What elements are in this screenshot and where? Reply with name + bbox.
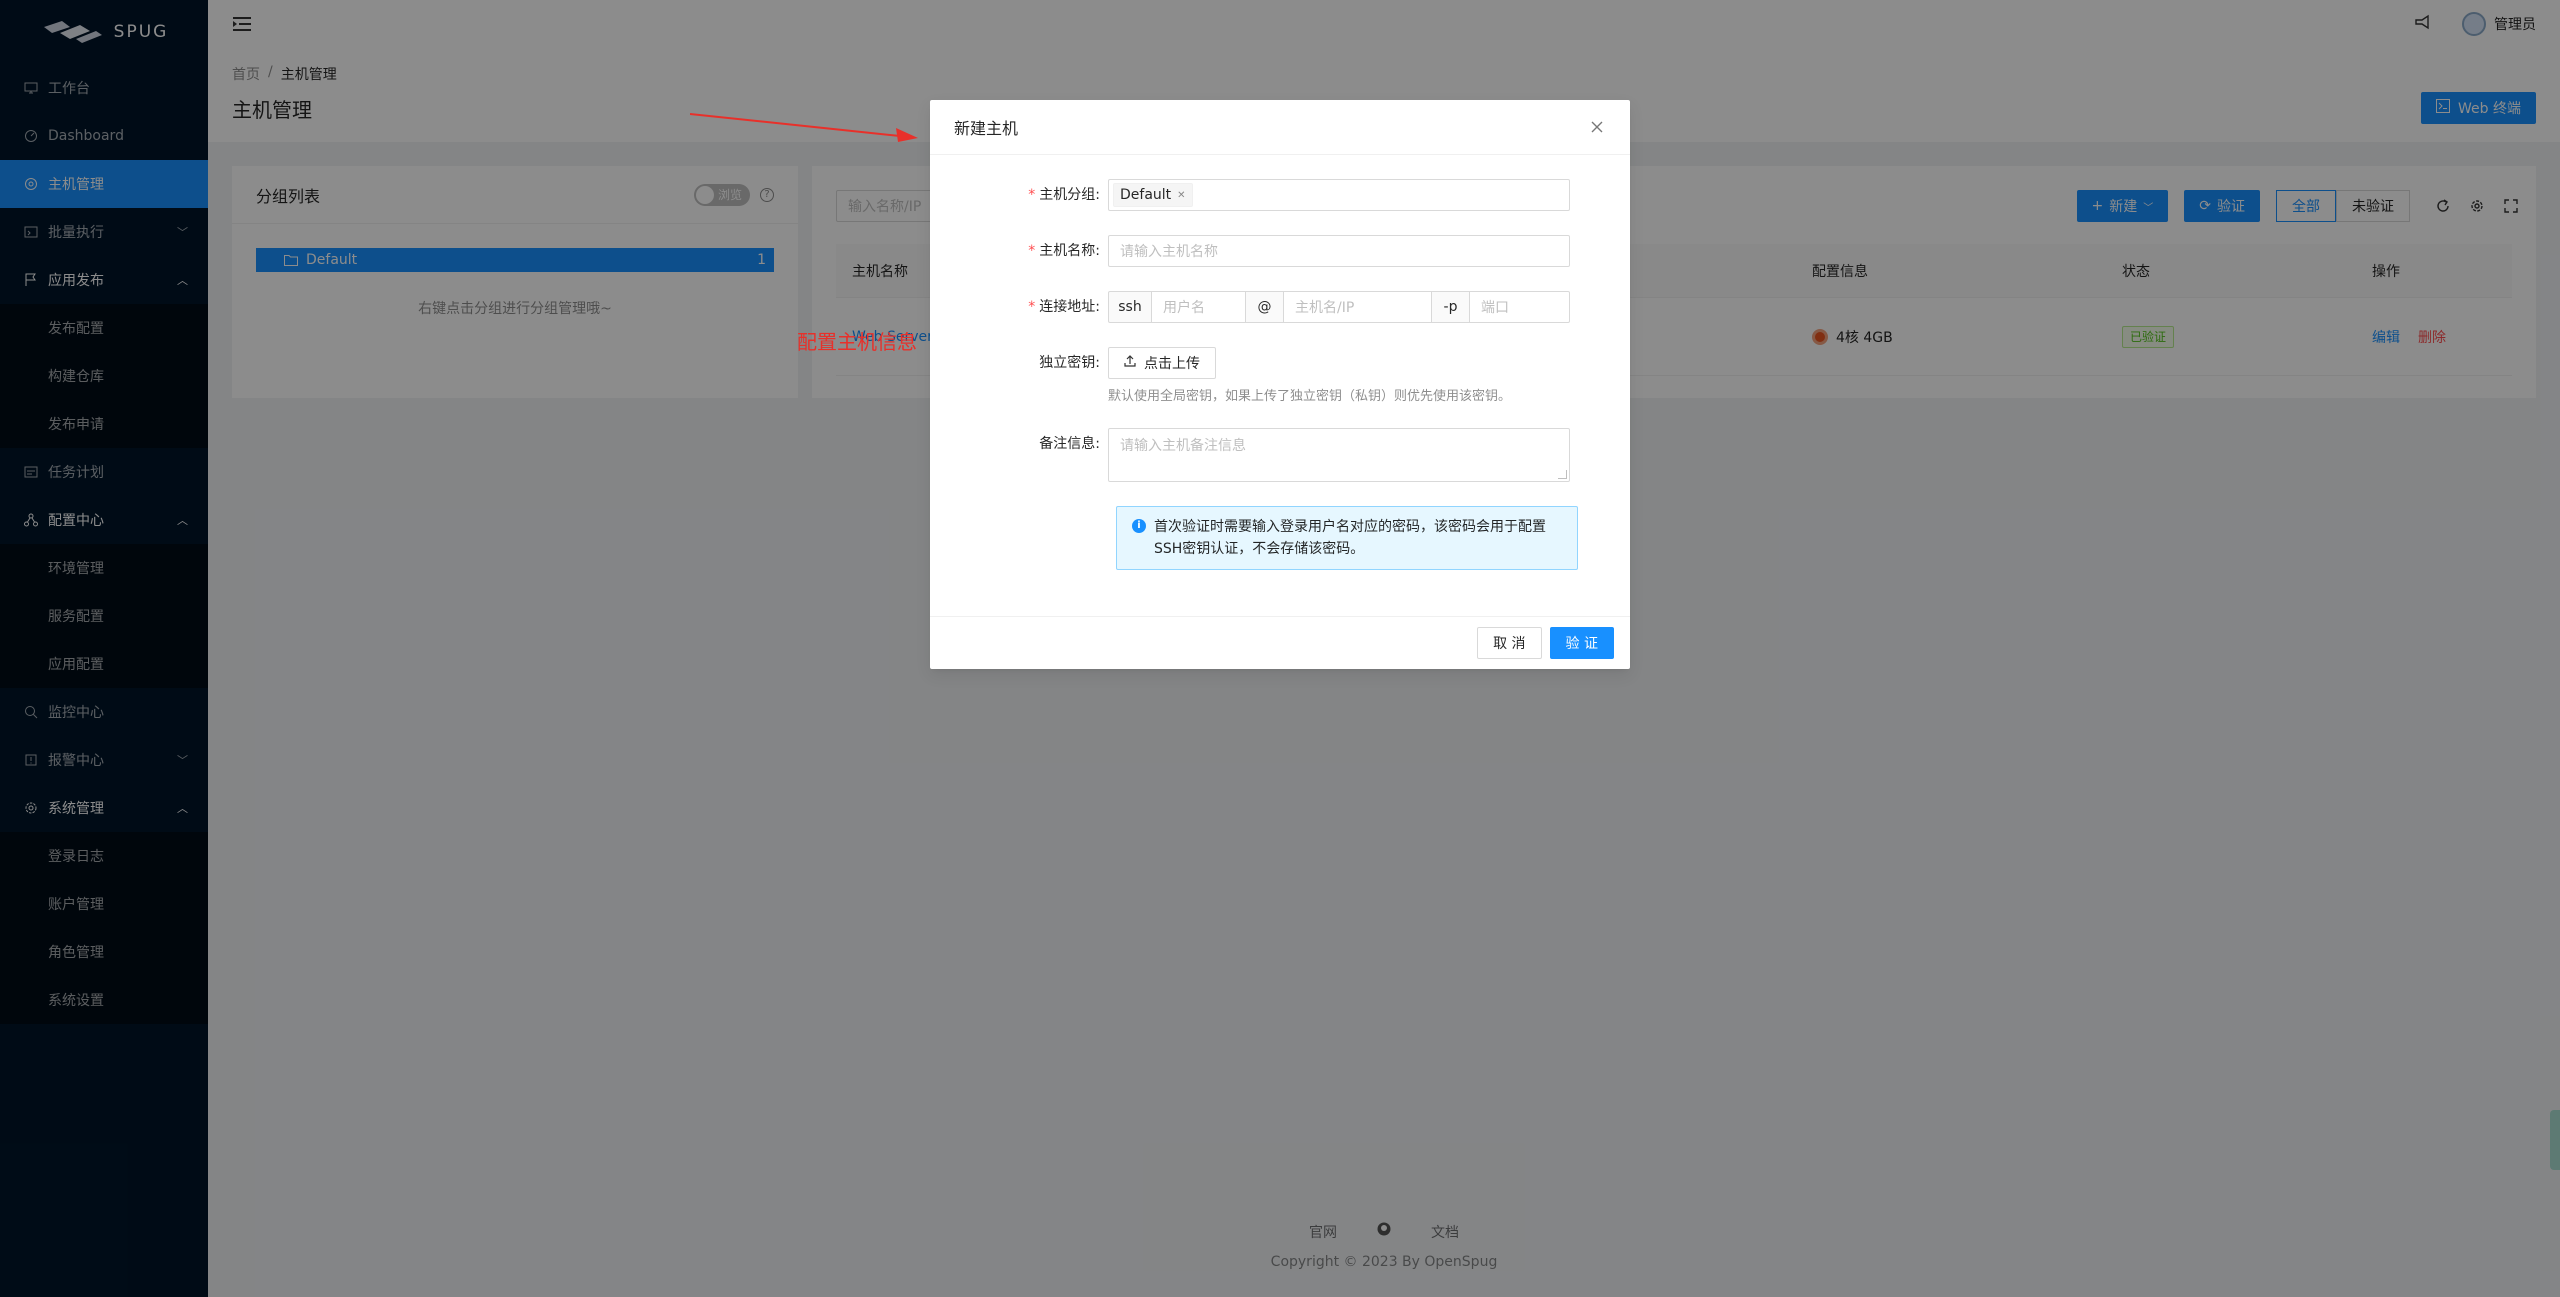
hostname-input[interactable]: 主机名/IP <box>1284 291 1432 323</box>
form-row-desc: 备注信息: 请输入主机备注信息 <box>954 428 1606 482</box>
form-row-address: * 连接地址: ssh 用户名 @ 主机名/IP -p 端口 <box>954 291 1606 323</box>
cancel-button[interactable]: 取 消 <box>1477 627 1542 659</box>
username-input[interactable]: 用户名 <box>1152 291 1246 323</box>
annotation-text: 配置主机信息 <box>797 330 917 354</box>
verify-button[interactable]: 验 证 <box>1549 627 1614 659</box>
info-alert: i 首次验证时需要输入登录用户名对应的密码，该密码会用于配置 SSH密钥认证，不… <box>1116 506 1578 570</box>
annotation-arrow-icon <box>690 113 918 142</box>
group-select[interactable]: Default ✕ <box>1108 179 1570 211</box>
ssh-addon: ssh <box>1108 291 1152 323</box>
form-row-key: 独立密钥: 点击上传 默认使用全局密钥，如果上传了独立密钥（私钥）则优先使用该密… <box>954 347 1606 404</box>
host-name-input[interactable]: 请输入主机名称 <box>1108 235 1570 267</box>
info-icon: i <box>1132 519 1146 533</box>
upload-icon <box>1124 355 1136 371</box>
form-row-name: * 主机名称: 请输入主机名称 <box>954 235 1606 267</box>
tag-close-icon[interactable]: ✕ <box>1177 190 1185 201</box>
upload-key-button[interactable]: 点击上传 <box>1108 347 1216 379</box>
modal-title: 新建主机 <box>954 119 1019 138</box>
side-widget-handle[interactable] <box>2550 1110 2560 1170</box>
close-icon[interactable] <box>1588 118 1606 136</box>
port-addon: -p <box>1432 291 1470 323</box>
new-host-modal: 新建主机 * 主机分组: Default ✕ * 主机名称: 请输入主机名称 *… <box>930 100 1630 669</box>
key-extra-text: 默认使用全局密钥，如果上传了独立密钥（私钥）则优先使用该密钥。 <box>1108 389 1512 404</box>
at-addon: @ <box>1246 291 1284 323</box>
group-tag: Default ✕ <box>1113 183 1193 207</box>
port-input[interactable]: 端口 <box>1470 291 1570 323</box>
description-textarea[interactable]: 请输入主机备注信息 <box>1108 428 1570 482</box>
form-row-group: * 主机分组: Default ✕ <box>954 179 1606 211</box>
